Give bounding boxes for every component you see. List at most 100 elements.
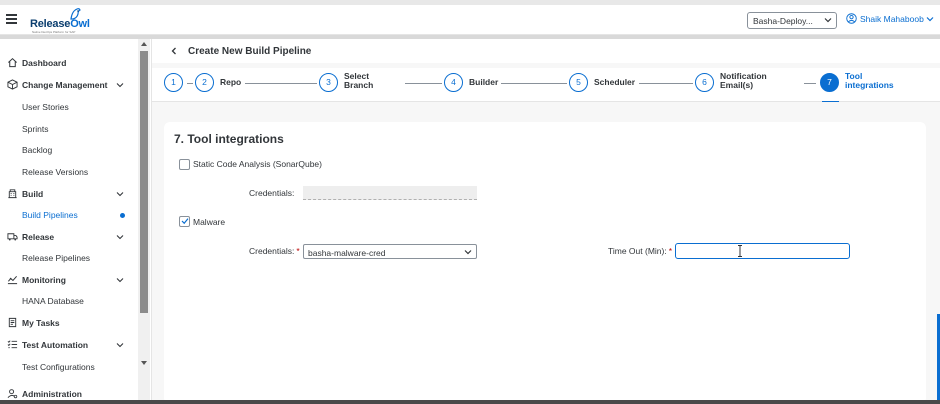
sidebar-item-build[interactable]: Build bbox=[0, 184, 137, 204]
app-logo[interactable]: ReleaseOwl Native DevOps Platform for SA… bbox=[30, 7, 90, 34]
checklist-icon bbox=[7, 340, 18, 349]
step-connector bbox=[639, 83, 693, 84]
sidebar-item-release-versions[interactable]: Release Versions bbox=[0, 162, 137, 182]
step-connector bbox=[804, 83, 816, 84]
user-icon bbox=[846, 13, 857, 24]
static-code-analysis-checkbox[interactable] bbox=[179, 159, 190, 170]
step-number: 6 bbox=[695, 73, 714, 92]
sidebar-item-hana-database[interactable]: HANA Database bbox=[0, 291, 137, 311]
required-mark: * bbox=[668, 246, 673, 256]
main-content: Create New Build Pipeline 1 2 Repo 3 Sel… bbox=[152, 39, 940, 404]
sidebar-item-label: Backlog bbox=[22, 145, 53, 155]
tenant-select-value: Basha-Deploy... bbox=[753, 16, 813, 26]
tool-integrations-panel: 7. Tool integrations Static Code Analysi… bbox=[164, 122, 926, 404]
malware-credentials-label: Credentials: * bbox=[249, 246, 300, 256]
sidebar-item-user-stories[interactable]: User Stories bbox=[0, 97, 137, 117]
sidebar-item-backlog[interactable]: Backlog bbox=[0, 140, 137, 160]
user-name: Shaik Mahaboob bbox=[860, 14, 924, 24]
section-title: 7. Tool integrations bbox=[174, 132, 284, 146]
step-connector bbox=[187, 83, 193, 84]
logo-tagline: Native DevOps Platform for SAP bbox=[32, 30, 76, 34]
logo-text: ReleaseOwl bbox=[30, 18, 90, 30]
sidebar-item-dashboard[interactable]: Dashboard bbox=[0, 53, 137, 73]
selected-indicator bbox=[120, 213, 125, 218]
menu-icon[interactable] bbox=[6, 14, 17, 24]
step-connector bbox=[501, 83, 567, 84]
sidebar-item-label: Sprints bbox=[22, 124, 49, 134]
page-header: Create New Build Pipeline bbox=[152, 39, 940, 63]
scroll-down-arrow-icon[interactable] bbox=[141, 361, 147, 365]
sidebar-item-sprints[interactable]: Sprints bbox=[0, 119, 137, 139]
sidebar-item-release-pipelines[interactable]: Release Pipelines bbox=[0, 248, 137, 268]
static-code-analysis-label: Static Code Analysis (SonarQube) bbox=[193, 159, 322, 169]
chevron-down-icon bbox=[116, 83, 124, 88]
truck-icon bbox=[7, 233, 18, 241]
sidebar-item-label: Dashboard bbox=[22, 58, 67, 68]
checkmark-icon bbox=[181, 218, 189, 225]
scroll-up-arrow-icon[interactable] bbox=[141, 42, 147, 46]
timeout-input[interactable] bbox=[675, 243, 850, 259]
chevron-down-icon bbox=[116, 278, 124, 283]
sidebar-item-release[interactable]: Release bbox=[0, 227, 137, 247]
chevron-down-icon bbox=[116, 192, 124, 197]
static-credentials-label: Credentials: bbox=[249, 188, 295, 198]
sidebar-item-label: My Tasks bbox=[22, 318, 60, 328]
admin-icon bbox=[7, 389, 18, 399]
sidebar-item-label: Release bbox=[22, 232, 55, 242]
sidebar-item-test-configurations[interactable]: Test Configurations bbox=[0, 357, 137, 377]
chevron-down-icon bbox=[116, 343, 124, 348]
step-connector bbox=[405, 83, 442, 84]
sidebar-item-label: Monitoring bbox=[22, 275, 66, 285]
step-label: Repo bbox=[220, 77, 242, 87]
sidebar: Dashboard Change Management User Stories… bbox=[0, 39, 152, 404]
malware-checkbox[interactable] bbox=[179, 216, 190, 227]
step-number: 2 bbox=[195, 73, 214, 92]
step-number: 5 bbox=[569, 73, 588, 92]
chevron-down-icon bbox=[116, 235, 124, 240]
scroll-thumb[interactable] bbox=[140, 51, 148, 313]
sidebar-item-build-pipelines[interactable]: Build Pipelines bbox=[0, 205, 137, 225]
required-mark: * bbox=[296, 246, 300, 256]
chevron-down-icon bbox=[926, 17, 934, 22]
malware-credentials-select[interactable]: basha-malware-cred bbox=[303, 244, 477, 259]
sidebar-item-change-management[interactable]: Change Management bbox=[0, 75, 137, 95]
wizard-progress: 1 2 Repo 3 Select Branch 4 Builder 5 Sche… bbox=[152, 68, 940, 103]
chevron-down-icon bbox=[464, 250, 472, 255]
step-label: Scheduler bbox=[594, 77, 636, 87]
tenant-select[interactable]: Basha-Deploy... bbox=[747, 12, 837, 29]
step-number: 1 bbox=[164, 73, 183, 92]
sidebar-item-test-automation[interactable]: Test Automation bbox=[0, 335, 137, 355]
sidebar-item-label: Build bbox=[22, 189, 44, 199]
task-icon bbox=[8, 317, 17, 328]
sidebar-item-label: HANA Database bbox=[22, 296, 84, 306]
step-number: 7 bbox=[820, 73, 839, 92]
home-icon bbox=[8, 57, 17, 68]
malware-label: Malware bbox=[193, 217, 226, 227]
sidebar-item-label: User Stories bbox=[22, 102, 69, 112]
sidebar-item-label: Test Configurations bbox=[22, 362, 95, 372]
step-number: 4 bbox=[444, 73, 463, 92]
static-credentials-input bbox=[303, 186, 477, 200]
sidebar-item-label: Release Pipelines bbox=[22, 253, 91, 263]
bottom-bar bbox=[0, 400, 940, 404]
app-header: ReleaseOwl Native DevOps Platform for SA… bbox=[0, 5, 940, 35]
step-label: Tool integrations bbox=[845, 71, 894, 90]
chevron-down-icon bbox=[824, 18, 832, 23]
step-label: Select Branch bbox=[344, 71, 374, 90]
back-chevron-icon[interactable] bbox=[170, 47, 178, 55]
step-number: 3 bbox=[319, 73, 338, 92]
monitoring-icon bbox=[7, 275, 18, 285]
building-icon bbox=[8, 189, 17, 199]
step-label: Builder bbox=[469, 77, 499, 87]
text-cursor-icon bbox=[738, 245, 742, 257]
step-label: Notification Email(s) bbox=[720, 71, 767, 90]
sidebar-scrollbar[interactable] bbox=[138, 39, 150, 404]
malware-credentials-value: basha-malware-cred bbox=[308, 248, 386, 258]
sidebar-item-label: Build Pipelines bbox=[22, 210, 78, 220]
page-title: Create New Build Pipeline bbox=[188, 46, 312, 57]
sidebar-item-label: Administration bbox=[22, 389, 82, 399]
step-connector bbox=[245, 83, 317, 84]
sidebar-item-monitoring[interactable]: Monitoring bbox=[0, 270, 137, 290]
sidebar-item-label: Test Automation bbox=[22, 340, 89, 350]
sidebar-item-my-tasks[interactable]: My Tasks bbox=[0, 313, 137, 333]
